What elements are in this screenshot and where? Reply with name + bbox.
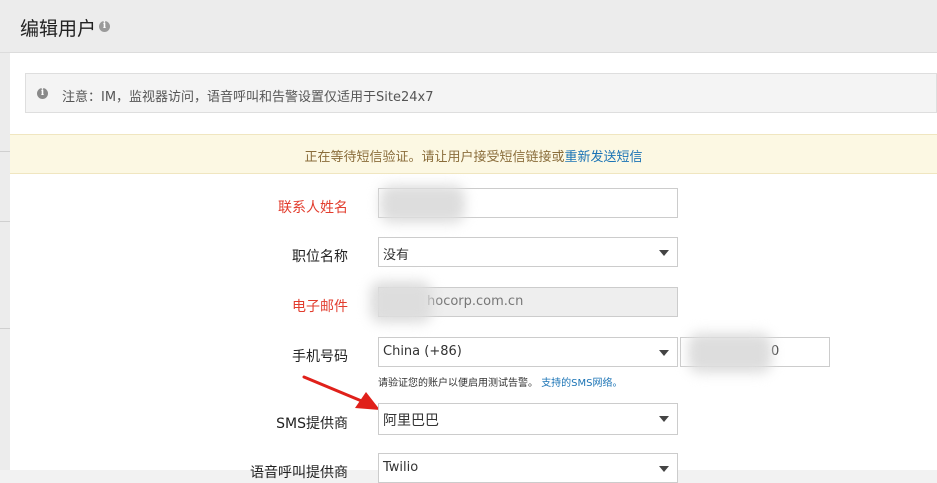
- edit-user-form-panel: i 注意：IM，监视器访问，语音呼叫和告警设置仅适用于Site24x7 正在等待…: [10, 53, 937, 483]
- contact-name-label: 联系人姓名: [278, 200, 348, 216]
- page-header: 编辑用户 i: [0, 0, 937, 53]
- country-code-select[interactable]: China (+86): [378, 337, 678, 367]
- redacted-blur: [688, 333, 772, 373]
- left-sidebar-strip: [0, 53, 10, 470]
- sidebar-divider: [0, 151, 10, 152]
- phone-hint-text: 请验证您的账户以便启用测试告警。: [378, 378, 538, 389]
- sidebar-divider: [0, 221, 10, 222]
- job-title-label: 职位名称: [292, 249, 348, 265]
- note-text: 注意：IM，监视器访问，语音呼叫和告警设置仅适用于Site24x7: [62, 90, 434, 105]
- redacted-blur: [370, 281, 432, 323]
- email-label: 电子邮件: [292, 299, 348, 315]
- info-note: i 注意：IM，监视器访问，语音呼叫和告警设置仅适用于Site24x7: [25, 73, 937, 113]
- resend-sms-link[interactable]: 重新发送短信: [565, 150, 643, 165]
- redacted-blur: [380, 185, 465, 223]
- phone-hint: 请验证您的账户以便启用测试告警。 支持的SMS网络。: [378, 374, 623, 389]
- phone-label: 手机号码: [292, 349, 348, 365]
- sidebar-divider: [0, 328, 10, 329]
- sms-verification-banner: 正在等待短信验证。请让用户接受短信链接或重新发送短信: [10, 134, 937, 174]
- info-icon: i: [37, 88, 48, 99]
- sms-banner-text: 正在等待短信验证。请让用户接受短信链接或: [304, 150, 565, 165]
- info-icon[interactable]: i: [99, 21, 110, 32]
- voice-provider-label: 语音呼叫提供商: [250, 465, 348, 481]
- red-arrow-annotation: [302, 375, 380, 410]
- sms-provider-label: SMS提供商: [276, 416, 348, 432]
- sms-provider-select[interactable]: 阿里巴巴: [378, 403, 678, 435]
- supported-sms-networks-link[interactable]: 支持的SMS网络。: [541, 378, 622, 389]
- job-title-select[interactable]: 没有: [378, 237, 678, 267]
- voice-provider-select[interactable]: Twilio: [378, 453, 678, 483]
- page-title: 编辑用户: [20, 18, 97, 40]
